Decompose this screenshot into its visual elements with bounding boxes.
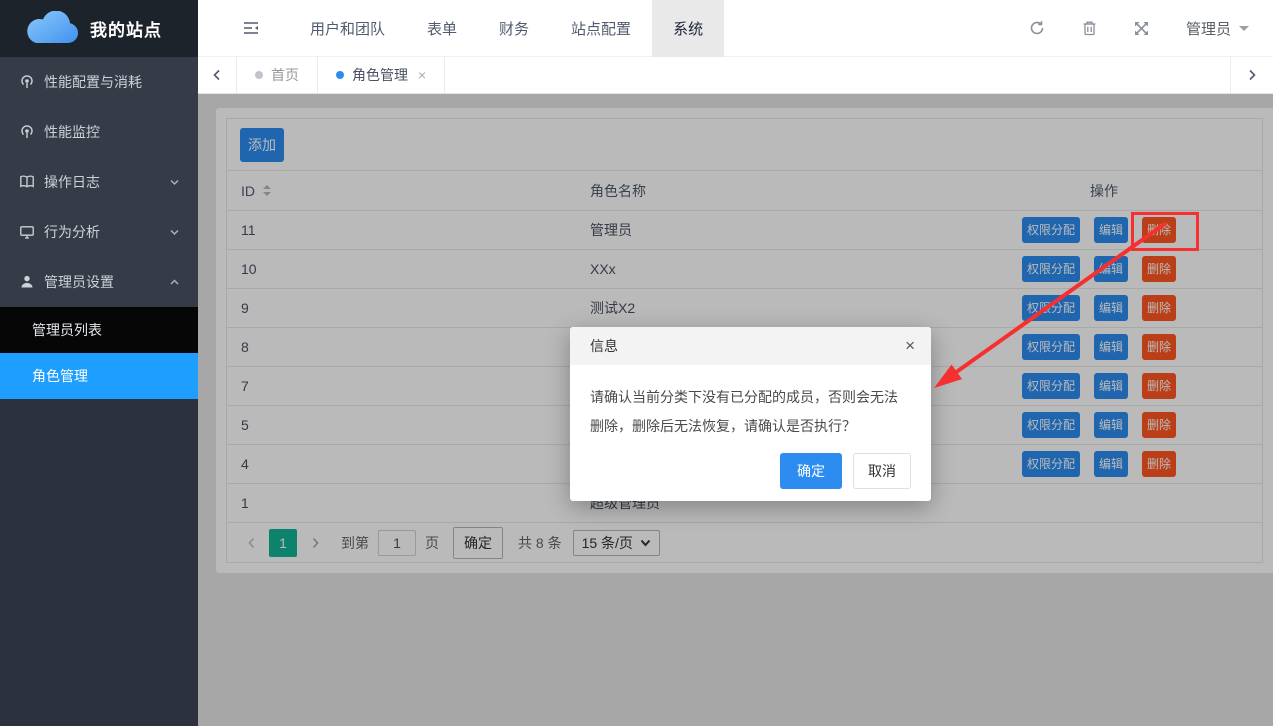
tab-home[interactable]: 首页 (237, 57, 318, 93)
fullscreen-icon[interactable] (1134, 21, 1149, 36)
podcast-icon (19, 74, 35, 90)
refresh-icon[interactable] (1029, 20, 1045, 36)
submenu-item-label: 管理员列表 (32, 320, 102, 340)
sidebar-filler (0, 399, 198, 726)
tab-role-management[interactable]: 角色管理 × (318, 57, 445, 93)
sidebar-subitem-admin-list[interactable]: 管理员列表 (0, 307, 198, 353)
dialog-cancel-button[interactable]: 取消 (853, 453, 911, 489)
tab-label: 首页 (271, 65, 299, 85)
header-nav: 用户和团队 表单 财务 站点配置 系统 (289, 0, 724, 57)
sidebar-item-label: 行为分析 (44, 222, 100, 242)
sidebar-item-label: 管理员设置 (44, 272, 114, 292)
sidebar-item-operation-log[interactable]: 操作日志 (0, 157, 198, 207)
chevron-down-icon (169, 227, 180, 238)
monitor-icon (19, 224, 35, 240)
sidebar-item-label: 操作日志 (44, 172, 100, 192)
chevron-up-icon (169, 277, 180, 288)
sidebar-menu: 性能配置与消耗 性能监控 操作日志 行为分析 (0, 57, 198, 307)
tab-dot (255, 71, 263, 79)
site-title: 我的站点 (90, 16, 162, 41)
tab-close-icon[interactable]: × (418, 67, 426, 83)
user-menu[interactable]: 管理员 (1186, 18, 1249, 39)
dialog-ok-button[interactable]: 确定 (780, 453, 842, 489)
tab-label: 角色管理 (352, 65, 408, 85)
nav-item-label: 用户和团队 (310, 18, 385, 39)
top-header: 用户和团队 表单 财务 站点配置 系统 管理员 (198, 0, 1273, 57)
nav-item-finance[interactable]: 财务 (478, 0, 550, 57)
sidebar: 我的站点 性能配置与消耗 性能监控 操作日志 (0, 0, 198, 726)
nav-item-label: 财务 (499, 18, 529, 39)
confirm-dialog: 信息 × 请确认当前分类下没有已分配的成员，否则会无法删除，删除后无法恢复，请确… (570, 327, 931, 501)
nav-item-label: 系统 (673, 18, 703, 39)
user-icon (19, 274, 35, 290)
sidebar-item-label: 性能配置与消耗 (44, 72, 142, 92)
tabs-scroll-right-icon[interactable] (1230, 57, 1273, 93)
sidebar-item-behavior-analysis[interactable]: 行为分析 (0, 207, 198, 257)
dialog-title: 信息 (590, 336, 618, 356)
menu-collapse-icon[interactable] (243, 21, 259, 35)
sidebar-item-label: 性能监控 (44, 122, 100, 142)
sidebar-item-performance-monitor[interactable]: 性能监控 (0, 107, 198, 157)
submenu-item-label: 角色管理 (32, 366, 88, 386)
caret-down-icon (1239, 26, 1249, 36)
dialog-header: 信息 × (570, 327, 931, 365)
nav-item-system[interactable]: 系统 (652, 0, 724, 57)
app-logo: 我的站点 (0, 0, 198, 57)
nav-item-label: 站点配置 (571, 18, 631, 39)
dialog-footer: 确定 取消 (780, 453, 911, 489)
podcast-icon (19, 124, 35, 140)
tab-dot (336, 71, 344, 79)
user-name-label: 管理员 (1186, 18, 1231, 39)
sidebar-item-performance-config[interactable]: 性能配置与消耗 (0, 57, 198, 107)
dialog-close-icon[interactable]: × (905, 327, 915, 365)
tab-bar: 首页 角色管理 × (198, 57, 1273, 94)
tabs-scroll-left-icon[interactable] (198, 57, 237, 93)
trash-icon[interactable] (1082, 20, 1097, 36)
sidebar-submenu: 管理员列表 角色管理 (0, 307, 198, 399)
book-icon (19, 174, 35, 190)
nav-item-users-teams[interactable]: 用户和团队 (289, 0, 406, 57)
cloud-icon (22, 11, 80, 47)
sidebar-item-admin-settings[interactable]: 管理员设置 (0, 257, 198, 307)
header-icons: 管理员 (1029, 18, 1249, 39)
dialog-message: 请确认当前分类下没有已分配的成员，否则会无法删除，删除后无法恢复，请确认是否执行… (570, 365, 931, 441)
nav-item-label: 表单 (427, 18, 457, 39)
sidebar-subitem-role-management[interactable]: 角色管理 (0, 353, 198, 399)
nav-item-forms[interactable]: 表单 (406, 0, 478, 57)
chevron-down-icon (169, 177, 180, 188)
nav-item-site-config[interactable]: 站点配置 (550, 0, 652, 57)
